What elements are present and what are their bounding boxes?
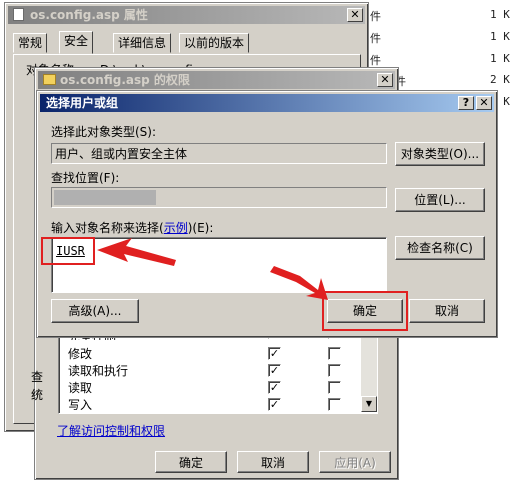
arrow-icon (97, 238, 176, 266)
annotation-arrows (97, 238, 328, 300)
tab-security[interactable]: 安全 (59, 31, 94, 54)
arrow-icon (270, 266, 328, 300)
